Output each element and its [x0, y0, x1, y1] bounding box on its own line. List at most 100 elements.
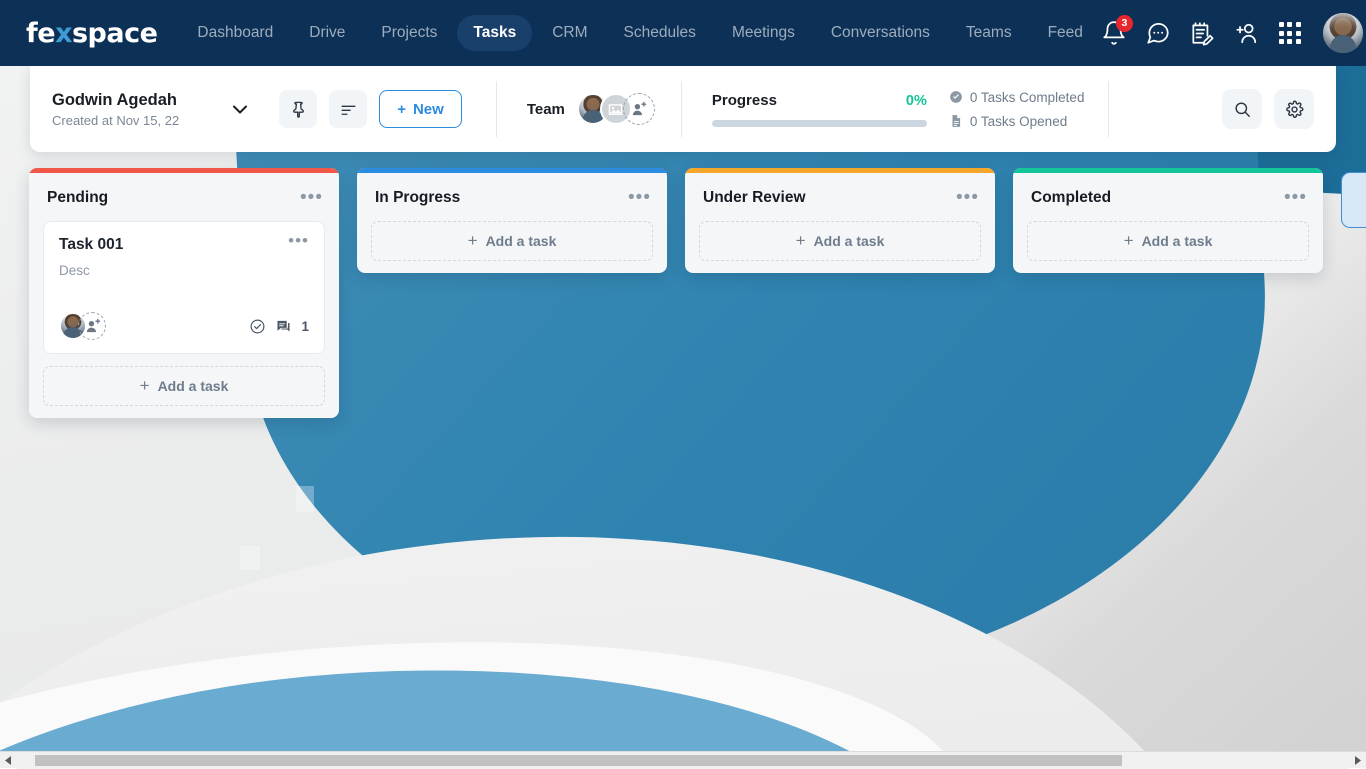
bell-badge-count: 3: [1116, 15, 1133, 32]
nav-item-feed[interactable]: Feed: [1032, 15, 1099, 51]
nav-item-drive[interactable]: Drive: [293, 15, 361, 51]
chevron-down-icon[interactable]: [233, 101, 247, 118]
progress-percent: 0%: [906, 93, 927, 109]
filter-sort-button[interactable]: [329, 90, 367, 128]
column-header: Completed •••: [1013, 173, 1323, 221]
add-task-label: Add a task: [814, 233, 885, 249]
task-card-header: Task 001 •••: [59, 236, 309, 254]
project-selector[interactable]: Godwin Agedah Created at Nov 15, 22: [30, 90, 247, 129]
user-avatar[interactable]: [1323, 13, 1363, 53]
topbar-actions: 3: [1099, 13, 1363, 53]
logo-text-left: fe: [26, 18, 55, 49]
stat-tasks-completed: 0 Tasks Completed: [949, 90, 1085, 105]
kanban-column-under-review: Under Review ••• + Add a task: [685, 168, 995, 273]
column-header: Pending •••: [29, 173, 339, 221]
progress-label: Progress: [712, 92, 777, 109]
add-task-button[interactable]: + Add a task: [371, 221, 653, 261]
add-task-label: Add a task: [1142, 233, 1213, 249]
progress-row: Progress 0%: [712, 92, 927, 109]
apps-grid-dots: [1279, 22, 1301, 44]
pin-button[interactable]: [279, 90, 317, 128]
project-created-date: Created at Nov 15, 22: [52, 113, 179, 128]
chat-icon[interactable]: [1143, 18, 1173, 48]
check-circle-icon[interactable]: [249, 318, 266, 335]
kanban-board: Pending ••• Task 001 ••• Desc 1: [0, 168, 1366, 744]
main-nav: Dashboard Drive Projects Tasks CRM Sched…: [181, 15, 1099, 51]
comment-count: 1: [301, 319, 309, 334]
scroll-left-arrow-icon[interactable]: [0, 752, 17, 769]
task-card-assignees: [59, 312, 106, 340]
check-circle-icon: [949, 90, 963, 104]
nav-item-tasks[interactable]: Tasks: [457, 15, 532, 51]
project-toolbar: Godwin Agedah Created at Nov 15, 22 + Ne…: [30, 66, 1336, 152]
add-task-button[interactable]: + Add a task: [43, 366, 325, 406]
toolbar-divider-3: [1108, 81, 1109, 137]
comment-icon[interactable]: [275, 318, 292, 335]
add-column-placeholder[interactable]: [1341, 172, 1366, 228]
column-menu-button[interactable]: •••: [1284, 193, 1307, 203]
new-task-button[interactable]: + New: [379, 90, 462, 128]
column-title: Completed: [1031, 189, 1111, 207]
column-menu-button[interactable]: •••: [956, 193, 979, 203]
progress-bar-track: [712, 120, 927, 127]
toolbar-action-buttons: [1222, 89, 1336, 129]
stat-tasks-opened: 0 Tasks Opened: [949, 114, 1085, 129]
task-card[interactable]: Task 001 ••• Desc 1: [43, 221, 325, 354]
document-icon: [949, 114, 963, 128]
add-task-button[interactable]: + Add a task: [699, 221, 981, 261]
top-navigation-bar: fexspace Dashboard Drive Projects Tasks …: [0, 0, 1366, 66]
task-card-title: Task 001: [59, 236, 123, 254]
new-button-label: New: [413, 101, 444, 118]
logo-text-x: x: [55, 18, 72, 49]
progress-section: Progress 0%: [712, 92, 927, 127]
nav-item-conversations[interactable]: Conversations: [815, 15, 946, 51]
add-assignee-icon[interactable]: [78, 312, 106, 340]
nav-item-meetings[interactable]: Meetings: [716, 15, 811, 51]
add-task-plus: +: [1124, 231, 1134, 251]
settings-button[interactable]: [1274, 89, 1314, 129]
nav-item-projects[interactable]: Projects: [365, 15, 453, 51]
add-task-plus: +: [140, 376, 150, 396]
logo-text-right: space: [72, 18, 157, 49]
add-task-button[interactable]: + Add a task: [1027, 221, 1309, 261]
add-person-icon[interactable]: [1231, 18, 1261, 48]
column-menu-button[interactable]: •••: [300, 193, 323, 203]
nav-item-teams[interactable]: Teams: [950, 15, 1028, 51]
task-stats: 0 Tasks Completed 0 Tasks Opened: [949, 90, 1085, 129]
search-icon: [1233, 100, 1252, 119]
task-card-menu-button[interactable]: •••: [288, 236, 309, 246]
search-button[interactable]: [1222, 89, 1262, 129]
toolbar-divider-1: [496, 81, 497, 137]
column-title: In Progress: [375, 189, 460, 207]
add-task-label: Add a task: [158, 378, 229, 394]
task-card-description: Desc: [59, 263, 309, 278]
scrollbar-track[interactable]: [17, 752, 1349, 769]
stat-opened-text: 0 Tasks Opened: [970, 114, 1067, 129]
scroll-right-arrow-icon[interactable]: [1349, 752, 1366, 769]
horizontal-scrollbar[interactable]: [0, 751, 1366, 768]
gear-icon: [1285, 100, 1304, 119]
toolbar-divider-2: [681, 81, 682, 137]
nav-item-crm[interactable]: CRM: [536, 15, 603, 51]
kanban-column-pending: Pending ••• Task 001 ••• Desc 1: [29, 168, 339, 418]
column-header: Under Review •••: [685, 173, 995, 221]
team-avatar-stack: [577, 93, 655, 125]
add-team-member-icon[interactable]: [623, 93, 655, 125]
column-title: Under Review: [703, 189, 806, 207]
scrollbar-thumb[interactable]: [35, 755, 1122, 766]
team-section: Team: [527, 93, 655, 125]
task-card-meta: 1: [249, 318, 309, 335]
column-header: In Progress •••: [357, 173, 667, 221]
apps-grid-icon[interactable]: [1275, 18, 1305, 48]
nav-item-dashboard[interactable]: Dashboard: [181, 15, 289, 51]
new-button-plus: +: [397, 101, 406, 118]
column-menu-button[interactable]: •••: [628, 193, 651, 203]
bell-icon[interactable]: 3: [1099, 18, 1129, 48]
notes-icon[interactable]: [1187, 18, 1217, 48]
stat-completed-text: 0 Tasks Completed: [970, 90, 1085, 105]
nav-item-schedules[interactable]: Schedules: [608, 15, 712, 51]
add-task-plus: +: [468, 231, 478, 251]
project-title: Godwin Agedah: [52, 90, 179, 111]
app-logo[interactable]: fexspace: [26, 18, 157, 49]
add-task-plus: +: [796, 231, 806, 251]
